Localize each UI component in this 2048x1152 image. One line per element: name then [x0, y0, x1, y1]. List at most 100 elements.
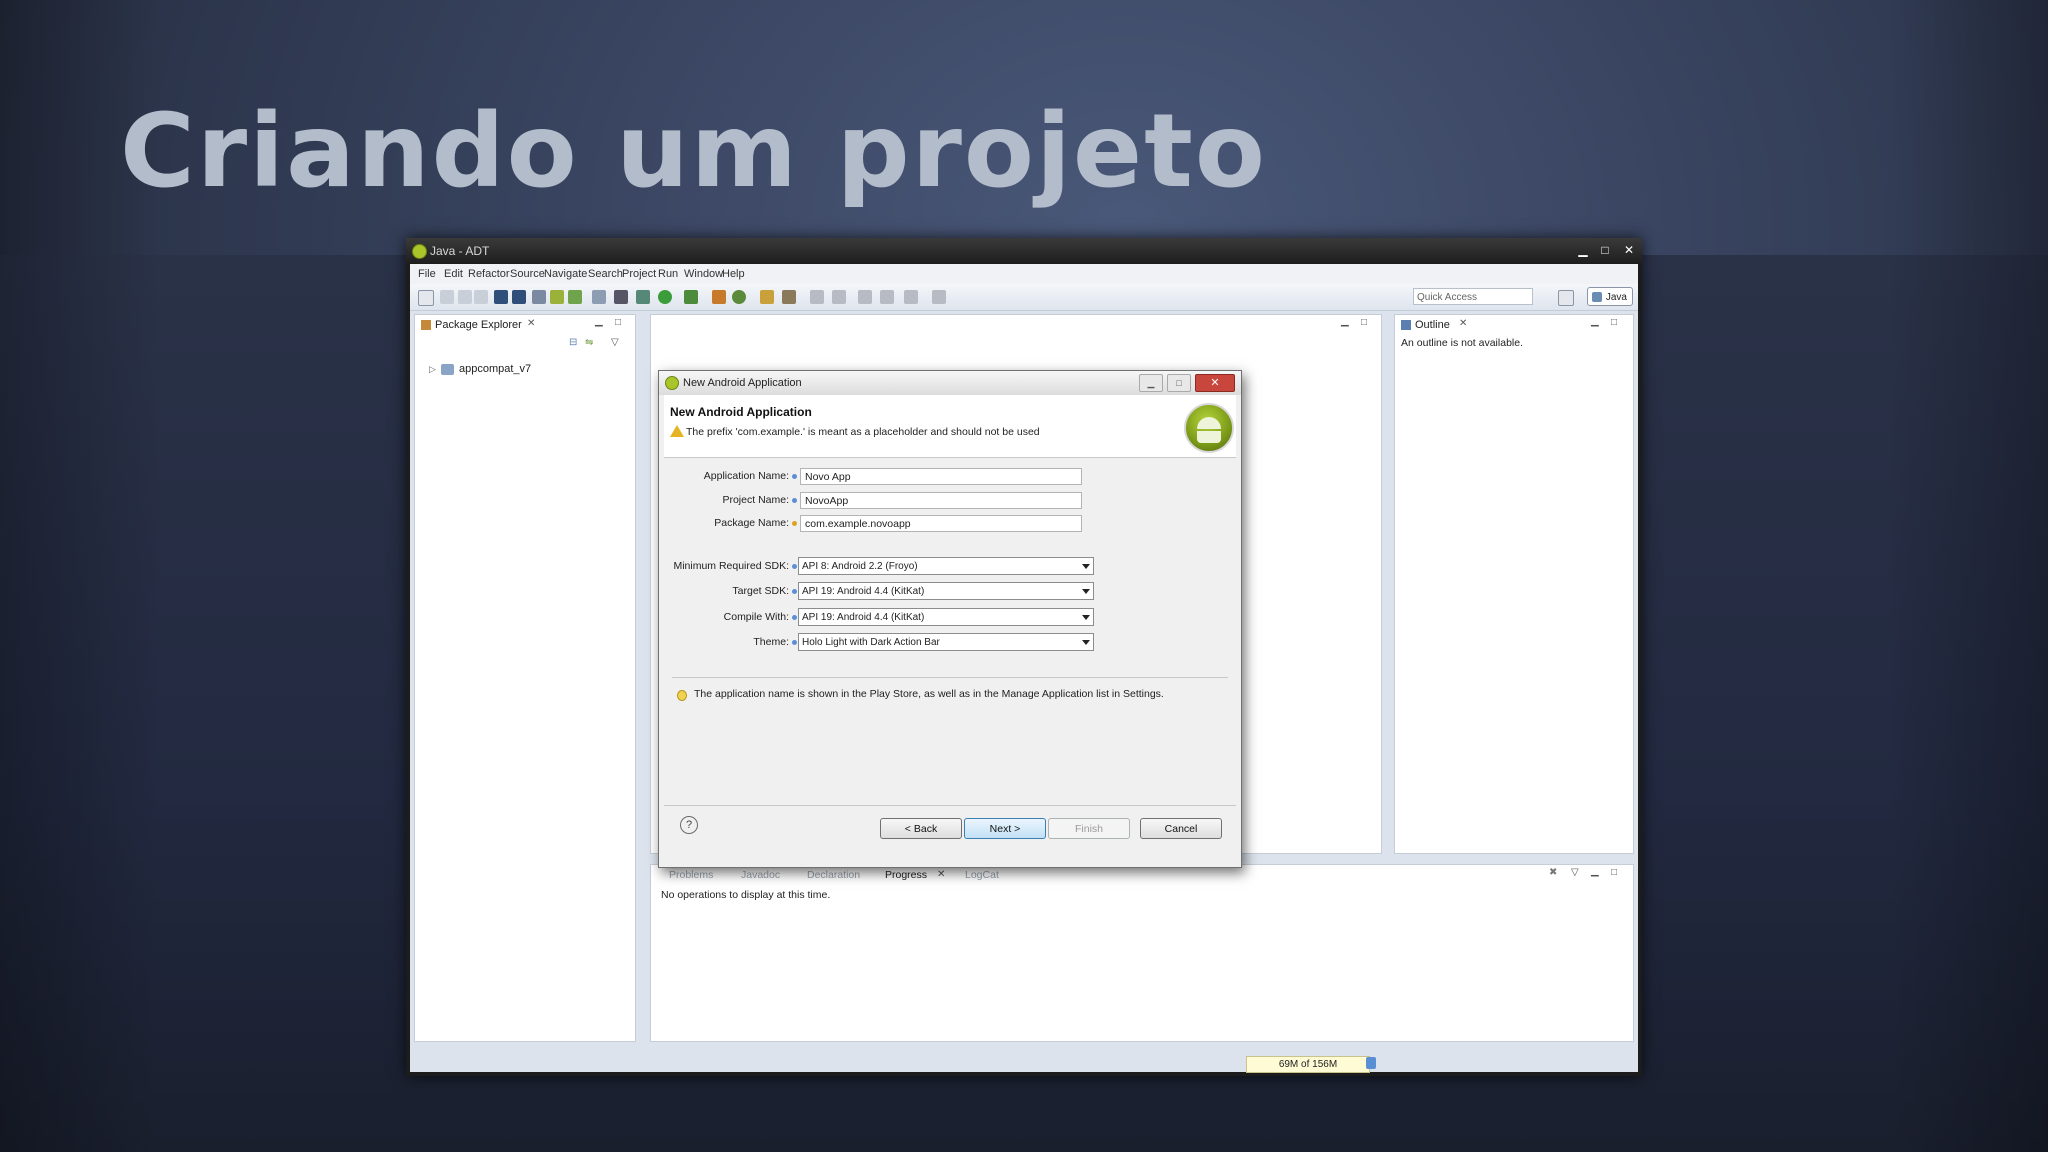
minimize-button[interactable]: ▁	[1572, 241, 1594, 259]
maximize-view-icon[interactable]: □	[615, 317, 621, 328]
close-outline-icon[interactable]: ✕	[1459, 318, 1467, 329]
import-icon[interactable]	[494, 290, 508, 304]
menu-navigate[interactable]: Navigate	[544, 268, 587, 280]
close-progress-icon[interactable]: ✕	[937, 869, 945, 880]
tab-javadoc[interactable]: Javadoc	[741, 869, 780, 881]
android-avd-manager-icon[interactable]	[550, 290, 564, 304]
dialog-warning-message: The prefix 'com.example.' is meant as a …	[686, 426, 1040, 438]
finish-button[interactable]: Finish	[1048, 818, 1130, 839]
maximize-outline-icon[interactable]: □	[1611, 317, 1617, 328]
dialog-minimize-button[interactable]: ▁	[1139, 374, 1163, 392]
garbage-collect-icon[interactable]	[1366, 1057, 1376, 1069]
forward-icon[interactable]	[904, 290, 918, 304]
menu-help[interactable]: Help	[722, 268, 745, 280]
menu-edit[interactable]: Edit	[444, 268, 463, 280]
search-icon[interactable]	[782, 290, 796, 304]
info-icon	[792, 640, 797, 645]
lint-check-icon[interactable]	[568, 290, 582, 304]
minimize-outline-icon[interactable]: ▁	[1591, 316, 1599, 327]
info-icon	[792, 564, 797, 569]
remove-all-finished-icon[interactable]: ✖	[1549, 867, 1557, 878]
java-perspective-icon	[1592, 292, 1602, 302]
menu-source[interactable]: Source	[510, 268, 545, 280]
expand-arrow-icon[interactable]: ▷	[429, 364, 436, 375]
java-perspective-button[interactable]: Java	[1587, 287, 1633, 306]
outline-panel: Outline ✕ ▁ □ An outline is not availabl…	[1394, 314, 1634, 854]
menu-window[interactable]: Window	[684, 268, 723, 280]
project-name-label: Project Name:	[722, 494, 789, 506]
collapse-all-icon[interactable]: ⊟	[569, 337, 577, 348]
minimize-editor-icon[interactable]: ▁	[1341, 316, 1349, 327]
view-menu-icon[interactable]: ▽	[611, 337, 619, 348]
back-button[interactable]: < Back	[880, 818, 962, 839]
dialog-maximize-button[interactable]: □	[1167, 374, 1191, 392]
new-java-package-icon[interactable]	[712, 290, 726, 304]
debug-icon[interactable]	[636, 290, 650, 304]
theme-label: Theme:	[753, 636, 789, 648]
last-edit-icon[interactable]	[858, 290, 872, 304]
info-icon	[792, 474, 797, 479]
field-help-text: The application name is shown in the Pla…	[694, 688, 1164, 700]
annotation-prev-icon[interactable]	[832, 290, 846, 304]
new-android-project-icon[interactable]	[592, 290, 606, 304]
export-icon[interactable]	[512, 290, 526, 304]
save-all-icon[interactable]	[458, 290, 472, 304]
new-java-class-icon[interactable]	[732, 290, 746, 304]
dropdown-arrow-icon	[1082, 615, 1090, 620]
back-icon[interactable]	[880, 290, 894, 304]
minimize-view-icon[interactable]: ▁	[595, 316, 603, 327]
theme-select[interactable]: Holo Light with Dark Action Bar	[798, 633, 1094, 651]
menu-run[interactable]: Run	[658, 268, 678, 280]
min-sdk-select[interactable]: API 8: Android 2.2 (Froyo)	[798, 557, 1094, 575]
open-type-icon[interactable]	[760, 290, 774, 304]
android-sdk-manager-icon[interactable]	[532, 290, 546, 304]
menu-refactor[interactable]: Refactor	[468, 268, 510, 280]
help-icon[interactable]: ?	[680, 816, 698, 834]
dialog-close-button[interactable]: ✕	[1195, 374, 1235, 392]
external-tools-icon[interactable]	[684, 290, 698, 304]
save-icon[interactable]	[440, 290, 454, 304]
target-sdk-select[interactable]: API 19: Android 4.4 (KitKat)	[798, 582, 1094, 600]
tab-logcat[interactable]: LogCat	[965, 869, 999, 881]
project-name-input[interactable]: NovoApp	[800, 492, 1082, 509]
tab-outline[interactable]: Outline	[1415, 319, 1450, 331]
run-icon[interactable]	[658, 290, 672, 304]
new-android-application-dialog: New Android Application ▁ □ ✕ New Androi…	[658, 370, 1242, 868]
maximize-panel-icon[interactable]: □	[1611, 867, 1617, 878]
min-sdk-label: Minimum Required SDK:	[673, 560, 789, 572]
open-perspective-icon[interactable]	[1558, 290, 1574, 306]
adt-dialog-icon	[665, 376, 679, 390]
app-name-label: Application Name:	[703, 470, 789, 482]
tab-package-explorer[interactable]: Package Explorer	[435, 319, 522, 331]
progress-message: No operations to display at this time.	[661, 889, 831, 901]
maximize-button[interactable]: □	[1594, 241, 1616, 259]
tab-declaration[interactable]: Declaration	[807, 869, 860, 881]
tab-progress[interactable]: Progress	[885, 869, 927, 881]
new-icon[interactable]	[418, 290, 434, 306]
link-with-editor-icon[interactable]: ⇋	[585, 337, 593, 348]
curtain-right	[1888, 0, 2048, 1152]
tab-problems[interactable]: Problems	[669, 869, 713, 881]
quick-access-input[interactable]: Quick Access	[1413, 288, 1533, 305]
menu-bar: File Edit Refactor Source Navigate Searc…	[410, 264, 1638, 284]
maximize-editor-icon[interactable]: □	[1361, 317, 1367, 328]
next-button[interactable]: Next >	[964, 818, 1046, 839]
warning-icon	[670, 425, 684, 437]
menu-search[interactable]: Search	[588, 268, 623, 280]
annotation-next-icon[interactable]	[810, 290, 824, 304]
pin-editor-icon[interactable]	[932, 290, 946, 304]
print-icon[interactable]	[474, 290, 488, 304]
debug-settings-icon[interactable]	[614, 290, 628, 304]
minimize-panel-icon[interactable]: ▁	[1591, 866, 1599, 877]
view-menu-icon[interactable]: ▽	[1571, 867, 1579, 878]
compile-with-select[interactable]: API 19: Android 4.4 (KitKat)	[798, 608, 1094, 626]
close-view-icon[interactable]: ✕	[527, 318, 535, 329]
package-name-input[interactable]: com.example.novoapp	[800, 515, 1082, 532]
menu-file[interactable]: File	[418, 268, 436, 280]
application-name-input[interactable]: Novo App	[800, 468, 1082, 485]
main-toolbar: Quick Access Java	[410, 284, 1638, 311]
outline-message: An outline is not available.	[1401, 337, 1523, 349]
menu-project[interactable]: Project	[622, 268, 656, 280]
cancel-button[interactable]: Cancel	[1140, 818, 1222, 839]
close-button[interactable]: ✕	[1618, 241, 1640, 259]
